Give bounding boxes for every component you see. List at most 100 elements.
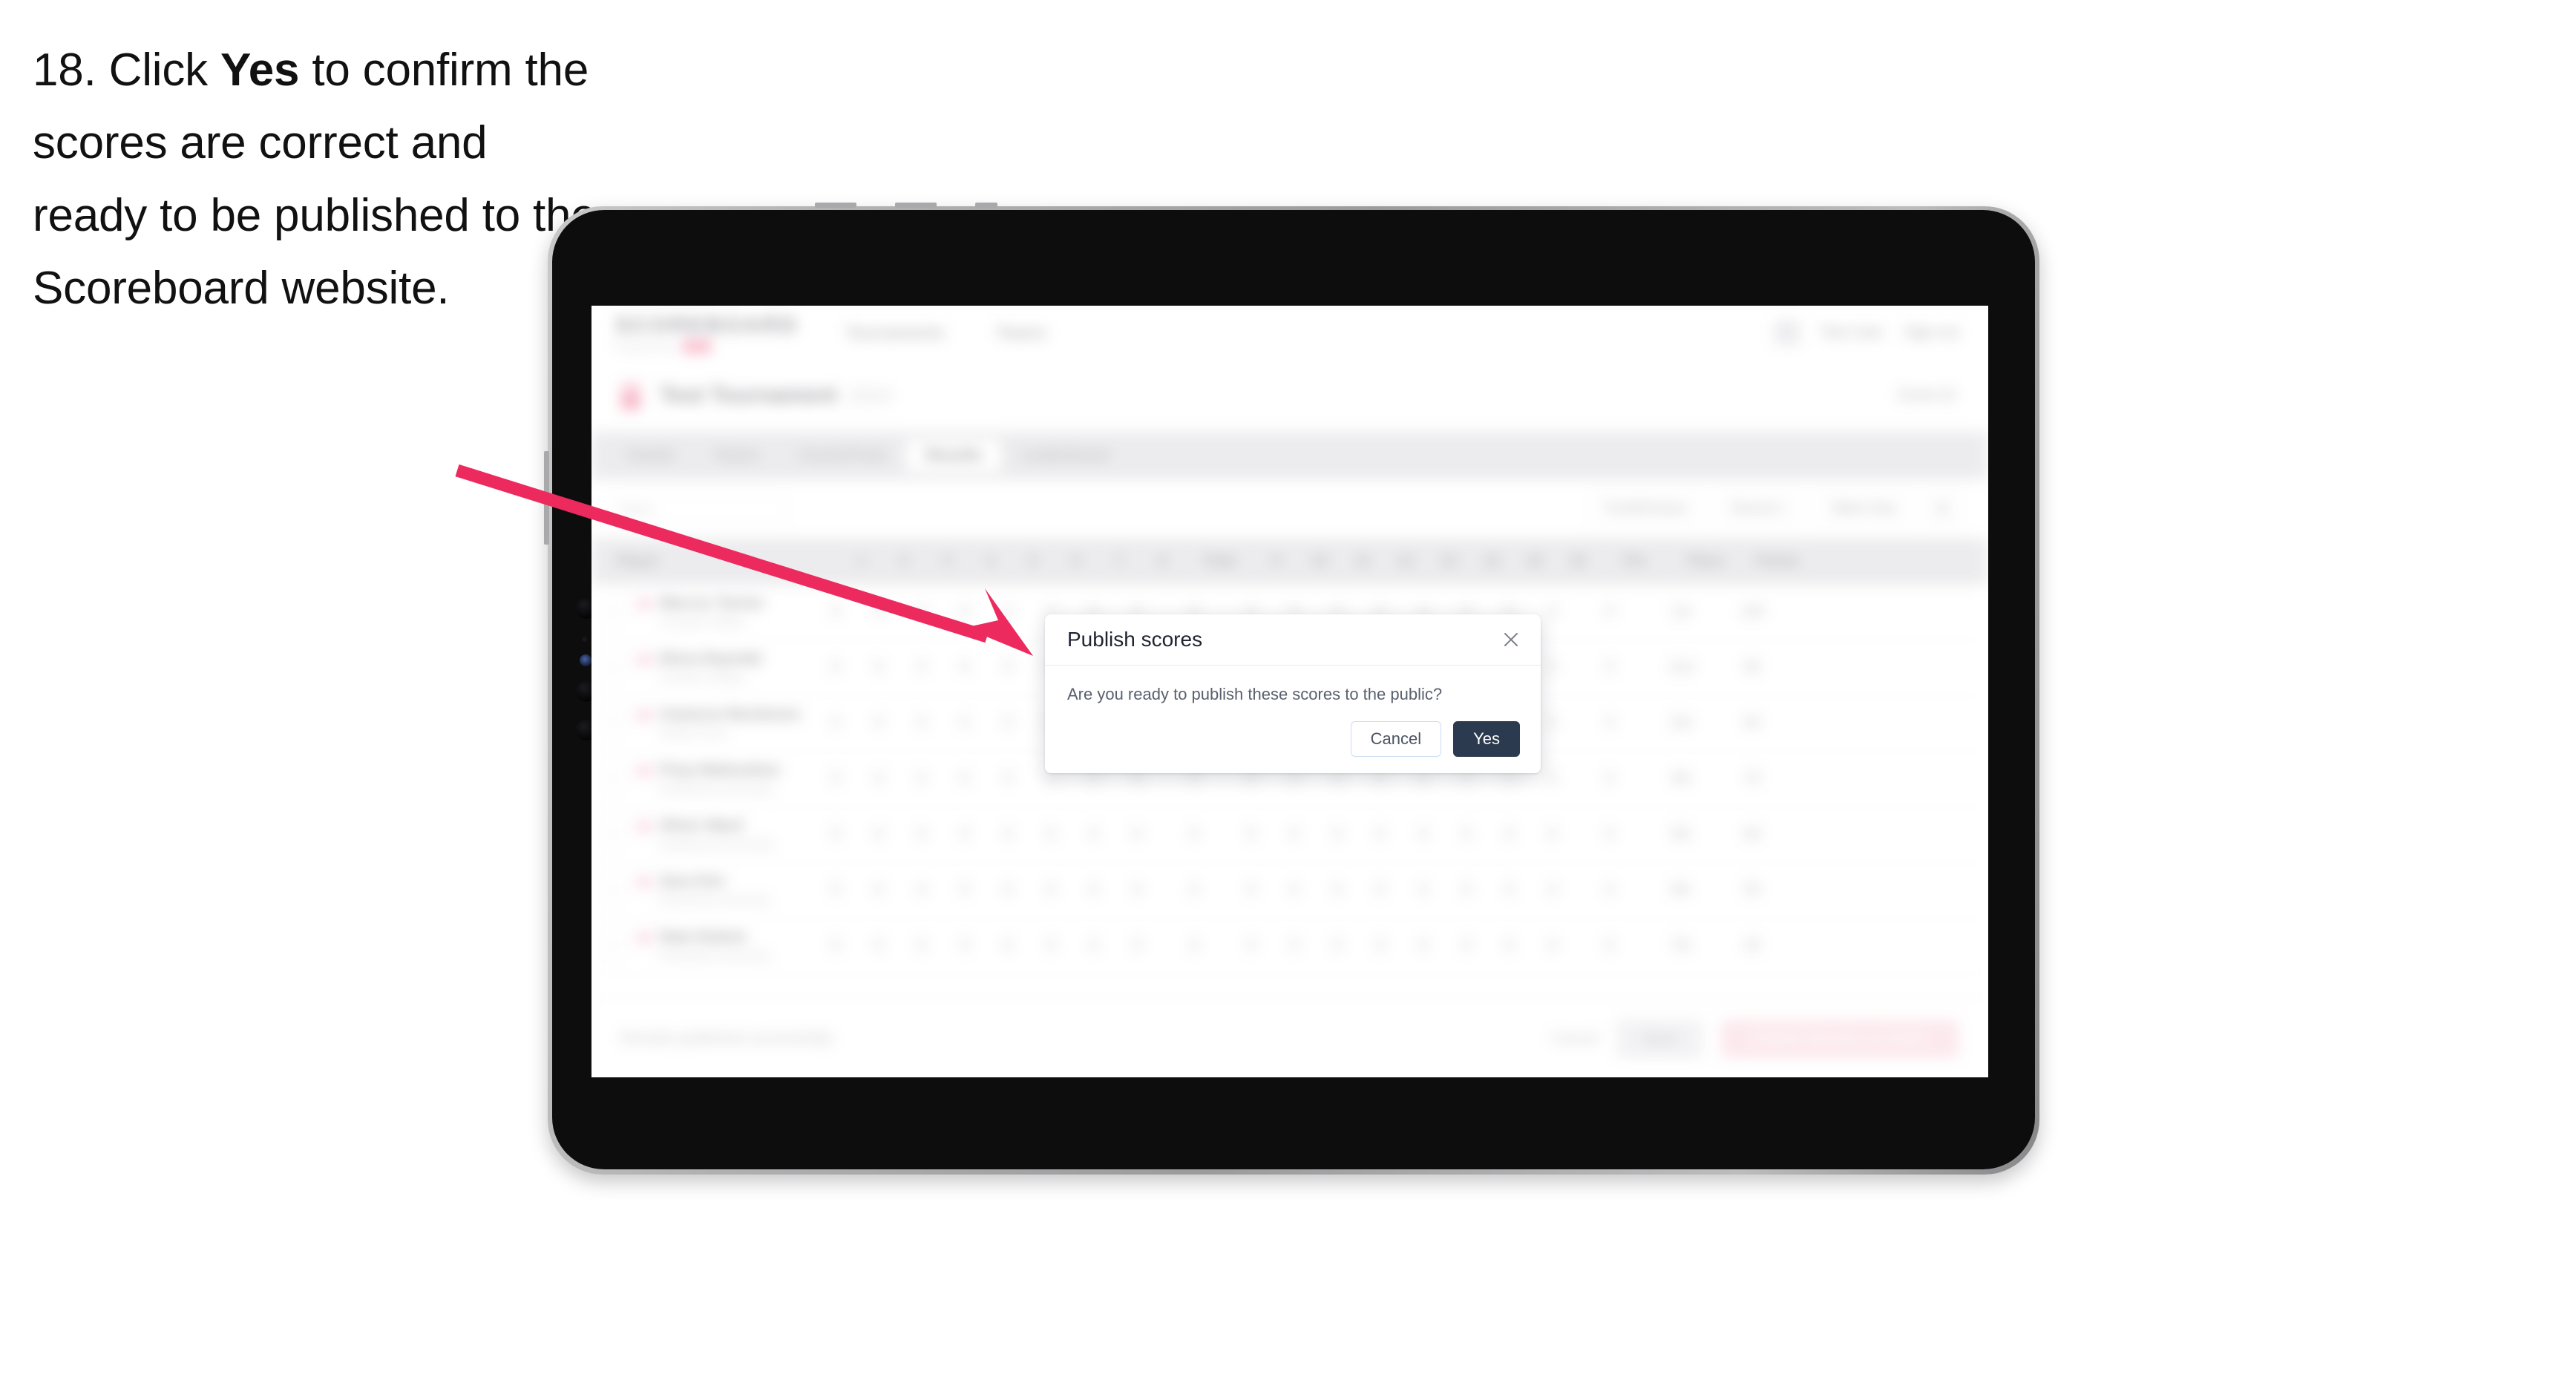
score-cell[interactable]: 0 bbox=[814, 715, 857, 732]
sign-out-link[interactable]: Sign out bbox=[1904, 324, 1959, 341]
score-cell[interactable]: 0 bbox=[900, 771, 943, 787]
score-cell[interactable]: 0 bbox=[1359, 827, 1402, 843]
score-cell[interactable]: 0 bbox=[986, 938, 1029, 954]
score-cell[interactable]: 0 bbox=[1029, 938, 1072, 954]
score-cell[interactable]: 0 bbox=[857, 604, 900, 620]
tab-courts-pools[interactable]: Courts/Pools bbox=[779, 439, 906, 472]
score-cell[interactable]: 0 bbox=[857, 771, 900, 787]
score-cell[interactable]: 0 bbox=[857, 827, 900, 843]
volume-up-button[interactable] bbox=[815, 203, 856, 208]
score-cell[interactable]: 0 bbox=[900, 938, 943, 954]
score-cell[interactable]: 0 bbox=[1115, 882, 1158, 899]
table-row[interactable]: Nate Dubois Riverbend University 0 0 0 0 0 0 0 0 0… bbox=[591, 919, 1988, 974]
score-cell[interactable]: 0 bbox=[943, 938, 986, 954]
score-cell[interactable]: 0 bbox=[1230, 827, 1273, 843]
score-cell[interactable]: 0 bbox=[1072, 938, 1115, 954]
score-cell[interactable]: 0 bbox=[1115, 771, 1158, 787]
yes-button[interactable]: Yes bbox=[1453, 721, 1520, 757]
score-cell[interactable]: 0 bbox=[943, 771, 986, 787]
score-cell[interactable]: 0 bbox=[1531, 882, 1574, 899]
score-cell[interactable]: 0 bbox=[1531, 771, 1574, 787]
score-cell[interactable]: 0 bbox=[1158, 882, 1230, 899]
row-checkbox[interactable] bbox=[591, 881, 636, 899]
score-cell[interactable]: 0 bbox=[1574, 882, 1645, 899]
score-cell[interactable]: 0 bbox=[1359, 938, 1402, 954]
score-cell[interactable]: 0 bbox=[1158, 771, 1230, 787]
event-id-link[interactable]: Event ID bbox=[1898, 387, 1956, 404]
row-checkbox[interactable] bbox=[591, 659, 636, 677]
filter-pool-division[interactable]: Pool/Division bbox=[1591, 493, 1702, 525]
tab-leaderboard[interactable]: Leaderboard bbox=[1001, 439, 1128, 472]
score-cell[interactable]: 0 bbox=[1359, 771, 1402, 787]
power-button[interactable] bbox=[975, 203, 997, 208]
row-checkbox[interactable] bbox=[591, 826, 636, 844]
score-cell[interactable]: 0 bbox=[900, 882, 943, 899]
score-cell[interactable]: 0 bbox=[986, 660, 1029, 676]
score-cell[interactable]: 0 bbox=[1359, 882, 1402, 899]
score-cell[interactable]: 0 bbox=[857, 660, 900, 676]
score-cell[interactable]: 0 bbox=[1531, 827, 1574, 843]
score-cell[interactable]: 0 bbox=[1072, 882, 1115, 899]
score-cell[interactable]: 0 bbox=[943, 715, 986, 732]
score-cell[interactable]: 0 bbox=[1316, 938, 1359, 954]
score-cell[interactable]: 0 bbox=[1273, 827, 1316, 843]
score-cell[interactable]: 0 bbox=[1115, 938, 1158, 954]
score-cell[interactable]: 0 bbox=[1445, 938, 1488, 954]
score-cell[interactable]: 0 bbox=[1488, 771, 1531, 787]
score-cell[interactable]: 0 bbox=[1230, 771, 1273, 787]
score-cell[interactable]: 0 bbox=[1029, 882, 1072, 899]
score-cell[interactable]: 0 bbox=[1574, 771, 1645, 787]
score-cell[interactable]: 0 bbox=[857, 715, 900, 732]
score-cell[interactable]: 0 bbox=[943, 827, 986, 843]
score-cell[interactable]: 0 bbox=[1488, 827, 1531, 843]
filter-table-only[interactable]: Table Only bbox=[1815, 493, 1910, 525]
score-cell[interactable]: 0 bbox=[814, 660, 857, 676]
score-cell[interactable]: 0 bbox=[1230, 882, 1273, 899]
score-cell[interactable]: 0 bbox=[814, 827, 857, 843]
score-cell[interactable]: 0 bbox=[814, 882, 857, 899]
score-cell[interactable]: 0 bbox=[1531, 938, 1574, 954]
avatar[interactable] bbox=[1774, 320, 1800, 345]
score-cell[interactable]: 0 bbox=[1230, 938, 1273, 954]
close-icon[interactable] bbox=[1496, 625, 1526, 654]
score-cell[interactable]: 0 bbox=[1488, 882, 1531, 899]
score-cell[interactable]: 0 bbox=[1574, 715, 1645, 732]
score-cell[interactable]: 0 bbox=[1273, 938, 1316, 954]
score-cell[interactable]: 0 bbox=[986, 604, 1029, 620]
score-cell[interactable]: 0 bbox=[1316, 827, 1359, 843]
footer-cancel-button[interactable]: Cancel bbox=[1552, 1031, 1598, 1048]
score-cell[interactable]: 0 bbox=[943, 882, 986, 899]
score-cell[interactable]: 0 bbox=[1574, 827, 1645, 843]
search-input[interactable] bbox=[618, 495, 786, 523]
table-row[interactable]: Sara Kim Riverbend University 0 0 0 0 0 0 0 0 0 0 0 0… bbox=[591, 863, 1988, 919]
filter-round[interactable]: Round 1 bbox=[1717, 493, 1800, 525]
score-cell[interactable]: 0 bbox=[986, 771, 1029, 787]
score-cell[interactable]: 0 bbox=[1445, 882, 1488, 899]
score-cell[interactable]: 0 bbox=[1158, 938, 1230, 954]
score-cell[interactable]: 0 bbox=[1115, 827, 1158, 843]
score-cell[interactable]: 0 bbox=[943, 660, 986, 676]
nav-item-tournaments[interactable]: Tournaments bbox=[845, 323, 944, 343]
score-cell[interactable]: 0 bbox=[1402, 771, 1445, 787]
score-cell[interactable]: 0 bbox=[1402, 938, 1445, 954]
side-rail-button[interactable] bbox=[544, 451, 549, 545]
score-cell[interactable]: 0 bbox=[986, 827, 1029, 843]
score-cell[interactable]: 0 bbox=[814, 938, 857, 954]
row-checkbox[interactable] bbox=[591, 603, 636, 621]
score-cell[interactable]: 0 bbox=[1574, 660, 1645, 676]
publish-results-button[interactable]: Publish Results to Public bbox=[1720, 1019, 1959, 1058]
nav-item-teams[interactable]: Teams bbox=[996, 323, 1046, 343]
score-cell[interactable]: 0 bbox=[1273, 771, 1316, 787]
score-cell[interactable]: 0 bbox=[900, 604, 943, 620]
score-cell[interactable]: 0 bbox=[943, 604, 986, 620]
score-cell[interactable]: 0 bbox=[1273, 882, 1316, 899]
user-name[interactable]: Test User bbox=[1820, 324, 1883, 341]
score-cell[interactable]: 0 bbox=[986, 715, 1029, 732]
row-checkbox[interactable] bbox=[591, 937, 636, 955]
score-cell[interactable]: 0 bbox=[1072, 827, 1115, 843]
tab-results[interactable]: Results bbox=[906, 439, 1002, 472]
score-cell[interactable]: 0 bbox=[1402, 882, 1445, 899]
score-cell[interactable]: 0 bbox=[1029, 827, 1072, 843]
score-cell[interactable]: 0 bbox=[900, 660, 943, 676]
score-cell[interactable]: 0 bbox=[1316, 771, 1359, 787]
